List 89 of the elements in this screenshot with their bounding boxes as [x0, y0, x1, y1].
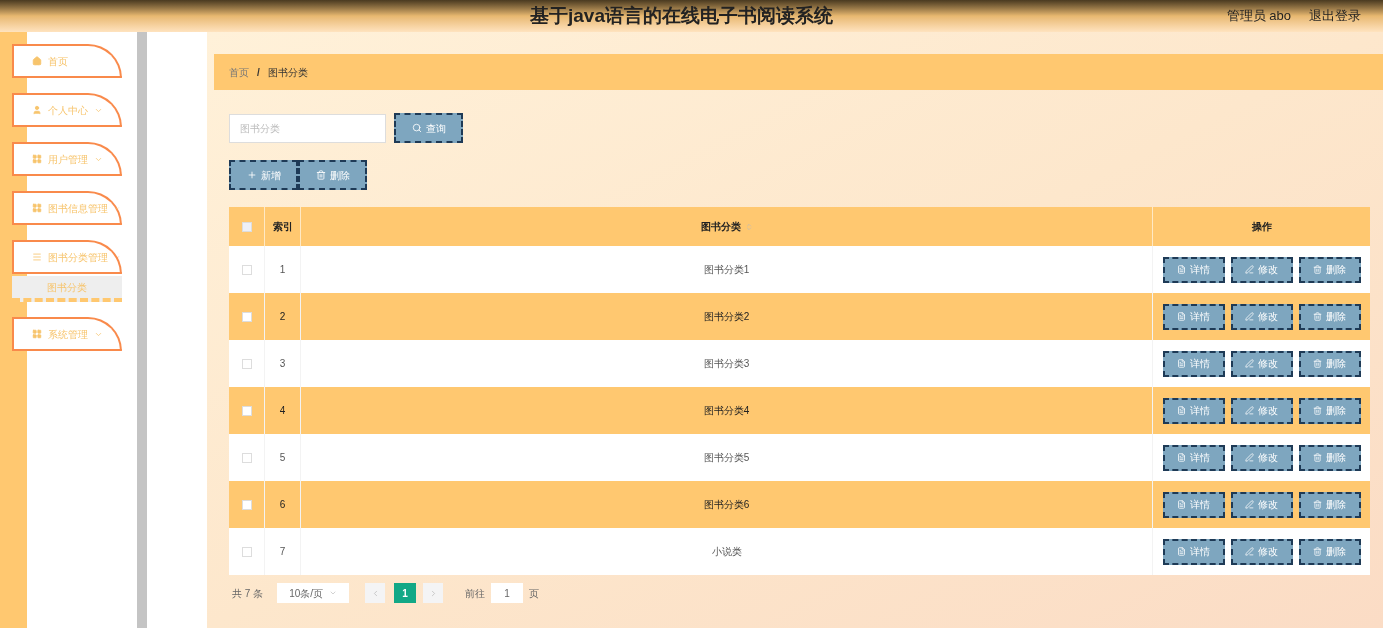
trash-icon [1313, 359, 1322, 368]
trash-icon [1313, 453, 1322, 462]
document-icon [1177, 453, 1186, 462]
delete-button[interactable]: 删除 [1298, 491, 1361, 518]
sidebar-item[interactable]: 用户管理 [12, 142, 122, 176]
pencil-icon [1245, 500, 1254, 509]
trash-icon [1313, 265, 1322, 274]
header-checkbox[interactable] [241, 221, 252, 232]
pencil-icon [1245, 406, 1254, 415]
sidebar-item[interactable]: 图书分类管理 [12, 240, 122, 274]
details-button[interactable]: 详情 [1162, 397, 1225, 424]
list-icon [32, 252, 42, 262]
row-checkbox[interactable] [241, 546, 252, 557]
delete-button[interactable]: 删除 [1298, 350, 1361, 377]
pencil-icon [1245, 359, 1254, 368]
table-cell: 小说类 [301, 528, 1153, 575]
row-checkbox[interactable] [241, 405, 252, 416]
page-button[interactable]: 1 [394, 583, 417, 603]
home-icon [32, 56, 42, 66]
breadcrumb-current: 图书分类 [267, 65, 308, 80]
edit-button[interactable]: 修改 [1230, 538, 1293, 565]
trash-icon [1313, 312, 1322, 321]
details-button[interactable]: 详情 [1162, 303, 1225, 330]
row-checkbox[interactable] [241, 311, 252, 322]
row-checkbox[interactable] [241, 358, 252, 369]
details-button[interactable]: 详情 [1162, 444, 1225, 471]
delete-button[interactable]: 删除 [1298, 256, 1361, 283]
goto-label: 前往 [465, 586, 486, 601]
delete-button[interactable]: 删除 [1298, 397, 1361, 424]
table-cell: 7 [265, 528, 301, 575]
trash-icon [1313, 547, 1322, 556]
edit-button[interactable]: 修改 [1230, 491, 1293, 518]
grid-icon [32, 154, 42, 164]
document-icon [1177, 265, 1186, 274]
sidebar-item[interactable]: 图书信息管理 [12, 191, 122, 225]
delete-button[interactable]: 删除 [298, 160, 367, 190]
sidebar-item[interactable]: 个人中心 [12, 93, 122, 127]
details-button[interactable]: 详情 [1162, 350, 1225, 377]
goto-page-field[interactable]: 1 [491, 583, 524, 603]
delete-button[interactable]: 删除 [1298, 538, 1361, 565]
search-icon [411, 123, 422, 133]
breadcrumb-separator: / [257, 65, 260, 80]
grid-icon [32, 329, 42, 339]
row-checkbox[interactable] [241, 499, 252, 510]
pencil-icon [1245, 547, 1254, 556]
row-checkbox[interactable] [241, 264, 252, 275]
sidebar-item[interactable]: 首页 [12, 44, 122, 78]
document-icon [1177, 547, 1186, 556]
edit-button[interactable]: 修改 [1230, 303, 1293, 330]
details-button[interactable]: 详情 [1162, 491, 1225, 518]
admin-user-label: 管理员 abo [1226, 7, 1291, 26]
trash-icon [315, 170, 326, 180]
search-button[interactable]: 查询 [394, 113, 463, 143]
pencil-icon [1245, 265, 1254, 274]
breadcrumb-link[interactable]: 首页 [229, 64, 249, 80]
trash-icon [1313, 406, 1322, 415]
prev-page-button[interactable] [365, 583, 386, 603]
document-icon [1177, 500, 1186, 509]
delete-button[interactable]: 删除 [1298, 303, 1361, 330]
window-title: 基于java语言的在线电子书阅读系统 [530, 4, 833, 28]
grid-icon [32, 203, 42, 213]
details-button[interactable]: 详情 [1162, 256, 1225, 283]
logout-link[interactable]: 退出登录 [1309, 6, 1361, 26]
document-icon [1177, 406, 1186, 415]
sort-icon[interactable] [744, 222, 753, 231]
pencil-icon [1245, 312, 1254, 321]
page-suffix-label: 页 [529, 586, 540, 601]
trash-icon [1313, 500, 1322, 509]
submenu-item[interactable]: 图书分类 [12, 276, 122, 302]
document-icon [1177, 312, 1186, 321]
chevron-icon [329, 589, 338, 597]
row-checkbox[interactable] [241, 452, 252, 463]
next-page-button[interactable] [423, 583, 444, 603]
plus-icon [246, 170, 257, 180]
user-icon [32, 105, 42, 115]
add-button[interactable]: 新增 [229, 160, 298, 190]
edit-button[interactable]: 修改 [1230, 397, 1293, 424]
sidebar-item[interactable]: 系统管理 [12, 317, 122, 351]
edit-button[interactable]: 修改 [1230, 256, 1293, 283]
edit-button[interactable]: 修改 [1230, 350, 1293, 377]
column-header: 操作 [1250, 220, 1273, 234]
delete-button[interactable]: 删除 [1298, 444, 1361, 471]
sidebar-scrollbar[interactable] [137, 32, 147, 628]
pencil-icon [1245, 453, 1254, 462]
page-size-select[interactable]: 10条/页 [277, 583, 350, 603]
document-icon [1177, 359, 1186, 368]
total-count: 共 7 条 [232, 586, 264, 601]
details-button[interactable]: 详情 [1162, 538, 1225, 565]
edit-button[interactable]: 修改 [1230, 444, 1293, 471]
